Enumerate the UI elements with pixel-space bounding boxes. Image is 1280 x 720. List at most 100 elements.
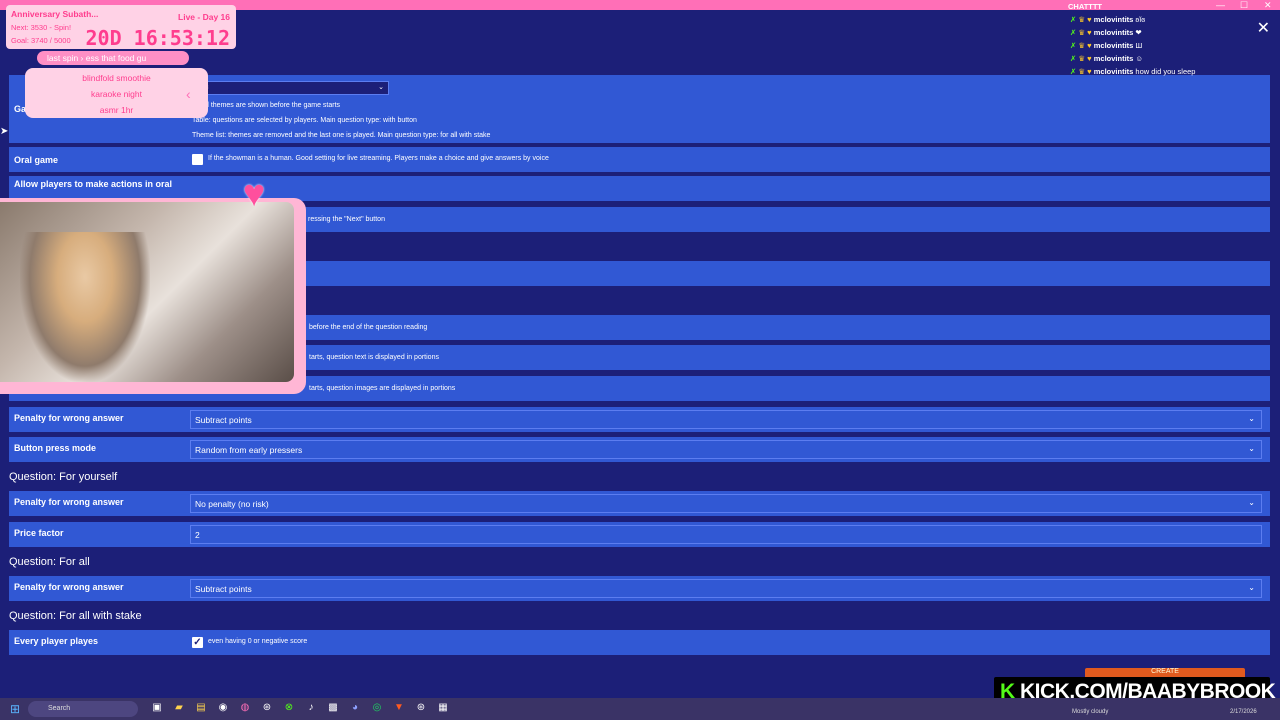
oral-game-label: Oral game [14, 155, 59, 165]
chat-user: mclovintits [1093, 41, 1134, 50]
game-type-select[interactable]: sic ⌄ [191, 81, 389, 95]
penalty-value: Subtract points [195, 415, 252, 425]
discord-icon[interactable]: ◕ [344, 702, 366, 713]
chat-user: mclovintits [1093, 15, 1134, 24]
taskbar-apps: ▣ ▰ ▤ ◉ ◍ ⊛ ⊗ ♪ ▩ ◕ ◎ ▼ ⊛ ▦ [146, 702, 454, 713]
taskbar-search[interactable]: Search [28, 701, 138, 717]
crown-icon: ♛ ♥ [1078, 54, 1094, 63]
chevron-down-icon: ⌄ [1248, 444, 1255, 453]
mouse-cursor-icon: ➤ [0, 126, 9, 137]
chat-text: Ш [1135, 41, 1143, 50]
chat-text: ʚĭɞ [1135, 15, 1146, 24]
every-player-row: Every player playes ✓ even having 0 or n… [9, 630, 1270, 655]
forall-penalty-label: Penalty for wrong answer [14, 582, 124, 592]
live-day: Live - Day 16 [178, 12, 230, 22]
game-type-note-1: d themes are shown before the game start… [205, 102, 341, 109]
chat-user: mclovintits [1093, 54, 1134, 63]
portions-images-note: tarts, question images are displayed in … [309, 385, 456, 392]
section-title-forall: Question: For all [9, 556, 90, 568]
date-text: 2/17/2026 [1230, 709, 1257, 715]
forall-penalty-value: Subtract points [195, 584, 252, 594]
game-type-note-2: Table: questions are selected by players… [192, 117, 417, 124]
brave-icon[interactable]: ▼ [388, 702, 410, 713]
spotify-icon[interactable]: ◎ [366, 702, 388, 713]
chat-message: ✗ ♛ ♥ mclovintits ❤ [1070, 28, 1142, 37]
crown-icon: ♛ ♥ [1078, 15, 1094, 24]
button-press-value: Random from early pressers [195, 445, 303, 455]
price-factor-label: Price factor [14, 528, 64, 538]
heart-icon: ♥ [242, 173, 266, 215]
oral-game-checkbox[interactable] [192, 154, 203, 165]
weather-text: Mostly cloudy [1072, 709, 1109, 715]
penalty-row: Penalty for wrong answer Subtract points… [9, 407, 1270, 432]
app-icon[interactable]: ▩ [322, 702, 344, 713]
every-player-note: even having 0 or negative score [208, 638, 308, 645]
obs-icon[interactable]: ◉ [212, 702, 234, 713]
button-press-select[interactable]: Random from early pressers ⌄ [190, 440, 1262, 459]
chevron-down-icon: ⌄ [1248, 498, 1255, 507]
chat-message: ✗ ♛ ♥ mclovintits ☺ [1070, 54, 1143, 63]
chat-message: ✗ ♛ ♥ mclovintits ʚĭɞ [1070, 15, 1145, 24]
crown-icon: ♛ ♥ [1078, 67, 1094, 76]
forall-penalty-select[interactable]: Subtract points ⌄ [190, 579, 1262, 598]
oral-game-row: Oral game If the showman is a human. Goo… [9, 147, 1270, 172]
every-player-checkbox[interactable]: ✓ [192, 637, 203, 648]
last-spin-pill: last spin › ess that food gu [37, 51, 189, 65]
webcam-frame [0, 198, 306, 394]
oral-game-note: If the showman is a human. Good setting … [208, 155, 549, 162]
taskbar: ⊞ Search ▣ ▰ ▤ ◉ ◍ ⊛ ⊗ ♪ ▩ ◕ ◎ ▼ ⊛ ▦ Mostly cloudy 2/… [0, 698, 1280, 720]
chat-text: ☺ [1135, 54, 1144, 63]
steam-icon[interactable]: ⊛ [256, 702, 278, 713]
price-factor-row: Price factor 2 [9, 522, 1270, 547]
section-title-yourself: Question: For yourself [9, 471, 118, 483]
chevron-down-icon: ⌄ [1248, 583, 1255, 592]
pointer-arrow-icon: ‹ [186, 86, 191, 102]
chat-message: ✗ ♛ ♥ mclovintits how did you sleep [1070, 67, 1195, 76]
chat-user: mclovintits [1093, 28, 1134, 37]
streamer-figure [20, 232, 150, 382]
folder-icon[interactable]: ▰ [168, 702, 190, 713]
subathon-goal: Goal: 3740 / 5000 [11, 36, 71, 45]
penalty-label: Penalty for wrong answer [14, 413, 124, 423]
portions-text-note: tarts, question text is displayed in por… [309, 354, 439, 361]
price-factor-input[interactable]: 2 [190, 525, 1262, 544]
spin-item: karaoke night [90, 89, 143, 99]
file-explorer-icon[interactable]: ▤ [190, 702, 212, 713]
crown-icon: ♛ ♥ [1078, 41, 1094, 50]
allow-actions-label: Allow players to make actions in oral [14, 179, 173, 189]
chat-text: how did you sleep [1135, 67, 1196, 76]
section-title-stake: Question: For all with stake [9, 610, 142, 622]
subathon-timer: 20D 16:53:12 [85, 26, 231, 50]
spin-wheel-list: blindfold smoothie karaoke night asmr 1h… [25, 68, 208, 118]
task-view-icon[interactable]: ▣ [146, 702, 168, 713]
every-player-label: Every player playes [14, 636, 99, 646]
steam-icon[interactable]: ⊛ [410, 702, 432, 713]
xbox-icon[interactable]: ⊗ [278, 702, 300, 713]
subathon-widget: Anniversary Subath... Next: 3530 - Spin!… [6, 5, 236, 50]
app-icon[interactable]: ▦ [432, 702, 454, 713]
spin-item: blindfold smoothie [82, 73, 151, 83]
game-type-note-3: Theme list: themes are removed and the l… [192, 132, 491, 139]
windows-start-icon[interactable]: ⊞ [10, 702, 20, 716]
forall-penalty-row: Penalty for wrong answer Subtract points… [9, 576, 1270, 601]
chat-message: ✗ ♛ ♥ mclovintits Ш [1070, 41, 1142, 50]
chat-overlay: CHATTTT ✗ ♛ ♥ mclovintits ʚĭɞ ✗ ♛ ♥ mclo… [1068, 2, 1278, 78]
yourself-penalty-select[interactable]: No penalty (no risk) ⌄ [190, 494, 1262, 513]
chat-text: ❤ [1135, 28, 1142, 37]
penalty-select[interactable]: Subtract points ⌄ [190, 410, 1262, 429]
reading-note: before the end of the question reading [309, 324, 428, 331]
yourself-penalty-label: Penalty for wrong answer [14, 497, 124, 507]
next-button-note: ressing the "Next" button [308, 216, 385, 223]
button-press-label: Button press mode [14, 443, 97, 453]
crown-icon: ♛ ♥ [1078, 28, 1094, 37]
chat-user: mclovintits [1093, 67, 1134, 76]
tiktok-icon[interactable]: ♪ [300, 702, 322, 713]
app-icon[interactable]: ◍ [234, 702, 256, 713]
spin-item: asmr 1hr [99, 105, 134, 115]
subathon-next: Next: 3530 - Spin! [11, 23, 72, 32]
chevron-down-icon: ⌄ [1248, 414, 1255, 423]
yourself-penalty-value: No penalty (no risk) [195, 499, 269, 509]
chevron-down-icon: ⌄ [378, 84, 384, 91]
subathon-title: Anniversary Subath... [11, 9, 99, 19]
webcam-feed [0, 202, 294, 382]
